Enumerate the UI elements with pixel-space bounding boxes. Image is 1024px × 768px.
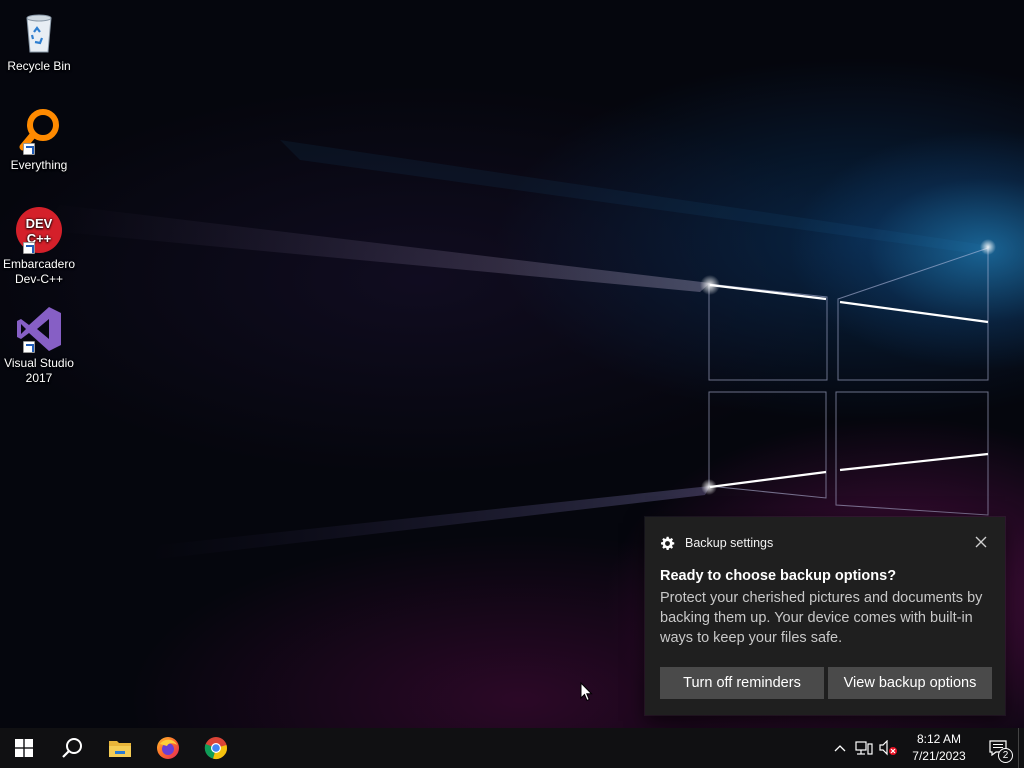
file-explorer-icon [109,741,131,757]
turn-off-reminders-button[interactable]: Turn off reminders [660,667,824,699]
search-button[interactable] [48,728,96,768]
backup-notification-toast[interactable]: Backup settings Ready to choose backup o… [645,517,1005,715]
volume-muted-icon [879,740,897,756]
network-button[interactable] [852,728,876,768]
everything-search-icon [15,107,63,155]
toast-title: Ready to choose backup options? [660,568,897,584]
search-icon [62,738,82,758]
close-icon[interactable] [974,535,988,549]
chevron-up-icon [834,745,846,752]
desktop-icon-everything[interactable]: Everything [2,107,76,173]
volume-button[interactable] [876,728,900,768]
toast-header: Backup settings [660,534,773,552]
shortcut-arrow-icon [23,242,35,254]
shortcut-arrow-icon [23,341,35,353]
start-button[interactable] [0,728,48,768]
gear-icon [661,536,675,550]
recycle-bin-icon [15,8,63,56]
clock-date: 7/21/2023 [912,749,966,763]
desktop-icon-label: Everything [10,158,68,172]
file-explorer-button[interactable] [96,728,144,768]
visual-studio-icon [15,305,63,353]
desktop-icon-visual-studio[interactable]: Visual Studio 2017 [2,305,76,386]
show-desktop-button[interactable] [1018,728,1024,768]
firefox-button[interactable] [144,728,192,768]
system-tray: 8:12 AM 7/21/2023 2 [828,728,1024,768]
mouse-cursor-icon [580,682,593,702]
network-icon [855,741,873,755]
chrome-icon [204,737,227,759]
show-hidden-icons-button[interactable] [828,728,852,768]
toast-body: Protect your cherished pictures and docu… [660,590,983,646]
desktop-icon-recycle-bin[interactable]: Recycle Bin [2,8,76,74]
desktop-icon-label: Visual Studio 2017 [4,356,74,385]
taskbar: 8:12 AM 7/21/2023 2 [0,728,1024,768]
svg-text:DEV: DEV [26,216,53,231]
notification-count-badge: 2 [998,748,1013,763]
firefox-icon [157,737,179,759]
windows-start-icon [15,739,33,757]
view-backup-options-button[interactable]: View backup options [828,667,992,699]
chrome-button[interactable] [192,728,240,768]
desktop-icon-label: Recycle Bin [7,59,71,73]
desktop-icon-label: Embarcadero Dev-C++ [2,257,76,286]
shortcut-arrow-icon [23,143,35,155]
clock[interactable]: 8:12 AM 7/21/2023 [900,728,978,768]
devcpp-icon: DEV C++ [15,206,63,254]
action-center-button[interactable]: 2 [978,728,1018,768]
toast-app-name: Backup settings [685,536,774,550]
desktop-icon-devcpp[interactable]: DEV C++ Embarcadero Dev-C++ [2,206,76,287]
clock-time: 8:12 AM [916,732,962,746]
